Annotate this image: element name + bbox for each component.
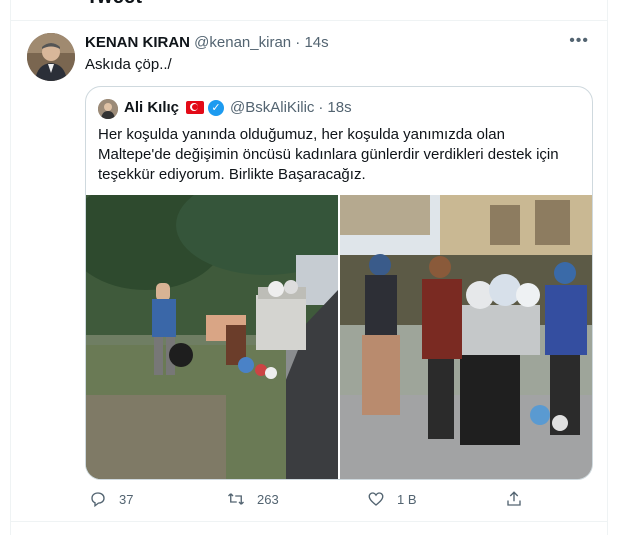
retweet-button[interactable]: 263 xyxy=(227,490,279,508)
heart-icon xyxy=(368,492,384,506)
quoted-tweet[interactable]: Ali Kılıç ✓ @BskAliKilic · 18s Her koşul… xyxy=(85,86,593,480)
like-count: 1 B xyxy=(397,491,417,507)
quoted-header: Ali Kılıç ✓ @BskAliKilic · 18s xyxy=(124,99,352,116)
turkey-flag-icon xyxy=(186,101,205,114)
like-button[interactable]: 1 B xyxy=(367,490,417,508)
photo-left-street-garbage[interactable] xyxy=(86,195,338,479)
divider xyxy=(11,521,607,522)
retweet-icon xyxy=(228,493,244,505)
quoted-author-name: Ali Kılıç xyxy=(124,99,180,116)
share-button[interactable] xyxy=(505,490,523,508)
reply-count: 37 xyxy=(119,491,134,507)
photo-right-women-garbage[interactable] xyxy=(340,195,592,479)
retweet-count: 263 xyxy=(257,491,279,507)
verified-badge-icon: ✓ xyxy=(208,99,225,116)
reply-button[interactable]: 37 xyxy=(89,490,133,508)
quoted-separator: · xyxy=(318,99,324,116)
tweet-header: KENAN KIRAN @kenan_kiran · 14s xyxy=(85,34,329,51)
quoted-text: Her koşulda yanında olduğumuz, her koşul… xyxy=(98,126,559,183)
quoted-photos xyxy=(86,195,592,479)
top-header: Tweet xyxy=(11,0,607,21)
share-icon xyxy=(507,491,521,506)
tweet-time[interactable]: 14s xyxy=(304,34,328,51)
author-handle[interactable]: @kenan_kiran xyxy=(194,34,291,51)
quoted-author-avatar xyxy=(98,99,118,119)
quoted-time: 18s xyxy=(327,99,352,116)
page-title: Tweet xyxy=(86,0,142,9)
quoted-author-handle: @BskAliKilic xyxy=(230,99,315,116)
tweet-actions: 37 263 1 B xyxy=(85,490,591,514)
tweet-frame: Tweet KENAN KIRAN @kenan_kiran · 14s •••… xyxy=(10,0,608,535)
header-separator: · xyxy=(295,34,301,51)
reply-icon xyxy=(91,492,105,508)
author-name[interactable]: KENAN KIRAN xyxy=(85,34,190,51)
more-horizontal-icon[interactable]: ••• xyxy=(569,32,589,50)
author-avatar[interactable] xyxy=(27,33,75,81)
tweet-text: Askıda çöp../ xyxy=(85,56,172,73)
